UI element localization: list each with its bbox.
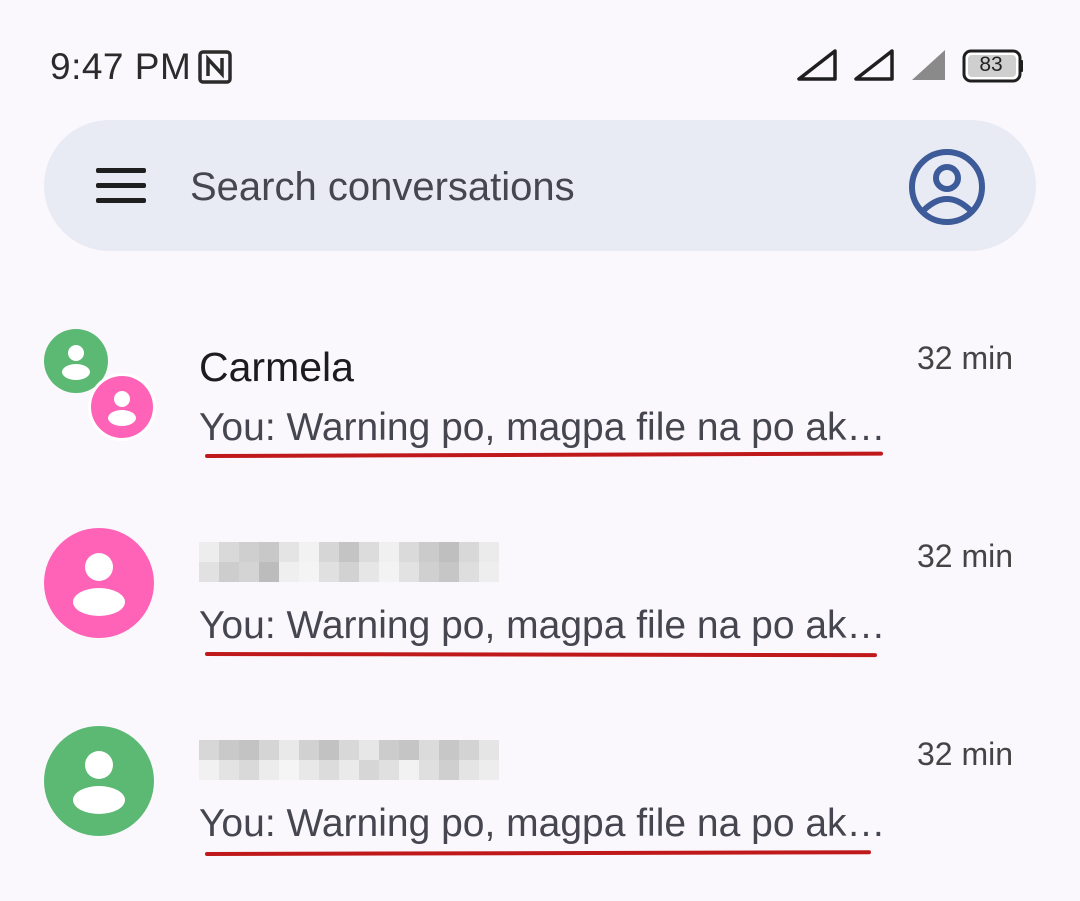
conversation-time: 32 min: [916, 736, 1013, 772]
conversation-item[interactable]: 32 min You: Warning po, magpa file na po…: [0, 498, 1080, 694]
search-bar[interactable]: [44, 120, 1036, 251]
signal-3-icon: [912, 50, 945, 80]
group-avatar-icon: [44, 329, 156, 441]
conversation-snippet: You: Warning po, magpa file na po ak…: [199, 802, 886, 845]
signal-1-icon: [797, 49, 837, 81]
signal-2-icon: [854, 49, 894, 81]
battery-level: 83: [979, 53, 1003, 76]
red-underline: [204, 451, 884, 458]
conversation-snippet: You: Warning po, magpa file na po ak…: [199, 604, 886, 647]
person-avatar-icon: [44, 528, 154, 638]
conversation-item[interactable]: Carmela 32 min You: Warning po, magpa fi…: [0, 300, 1080, 496]
conversation-time: 32 min: [916, 340, 1013, 376]
redacted-name: [199, 740, 499, 780]
account-circle-icon[interactable]: [908, 148, 986, 226]
status-time: 9:47 PM: [50, 46, 192, 87]
battery-icon: 83: [962, 49, 1024, 83]
person-avatar-icon: [44, 726, 154, 836]
red-underline: [204, 652, 878, 658]
red-underline: [204, 850, 872, 856]
conversation-name: Carmela: [199, 344, 354, 390]
status-bar: 9:47 PM 83: [0, 0, 1080, 120]
conversation-snippet: You: Warning po, magpa file na po ak…: [199, 406, 886, 449]
conversation-time: 32 min: [916, 538, 1013, 574]
hamburger-menu-icon[interactable]: [96, 166, 146, 206]
redacted-name: [199, 542, 499, 582]
search-input[interactable]: [188, 156, 842, 218]
conversation-item[interactable]: 32 min You: Warning po, magpa file na po…: [0, 696, 1080, 892]
nfc-icon: [198, 50, 232, 84]
